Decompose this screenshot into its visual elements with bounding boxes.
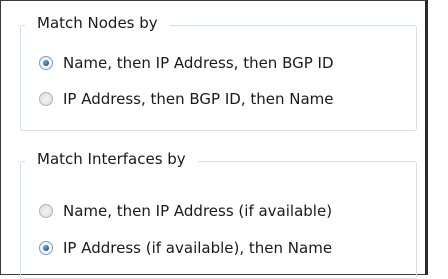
match-nodes-option-ip-first[interactable]: IP Address, then BGP ID, then Name (39, 88, 334, 110)
match-options-panel: Match Nodes by Name, then IP Address, th… (0, 0, 428, 279)
match-nodes-group-border (20, 25, 417, 131)
match-nodes-group: Match Nodes by Name, then IP Address, th… (20, 13, 417, 131)
match-interfaces-title: Match Interfaces by (25, 149, 198, 169)
option-label: IP Address (if available), then Name (63, 239, 333, 257)
match-nodes-option-name-first[interactable]: Name, then IP Address, then BGP ID (39, 52, 334, 74)
option-label: Name, then IP Address, then BGP ID (63, 54, 334, 72)
radio-unselected-icon[interactable] (39, 92, 53, 106)
option-label: Name, then IP Address (if available) (63, 202, 333, 220)
match-nodes-title: Match Nodes by (25, 13, 170, 33)
radio-selected-icon[interactable] (39, 241, 53, 255)
option-label: IP Address, then BGP ID, then Name (63, 90, 334, 108)
match-interfaces-group: Match Interfaces by Name, then IP Addres… (20, 149, 417, 279)
match-interfaces-option-ip-first[interactable]: IP Address (if available), then Name (39, 237, 332, 259)
radio-selected-icon[interactable] (39, 56, 53, 70)
radio-unselected-icon[interactable] (39, 204, 53, 218)
match-interfaces-option-name-first[interactable]: Name, then IP Address (if available) (39, 200, 332, 222)
